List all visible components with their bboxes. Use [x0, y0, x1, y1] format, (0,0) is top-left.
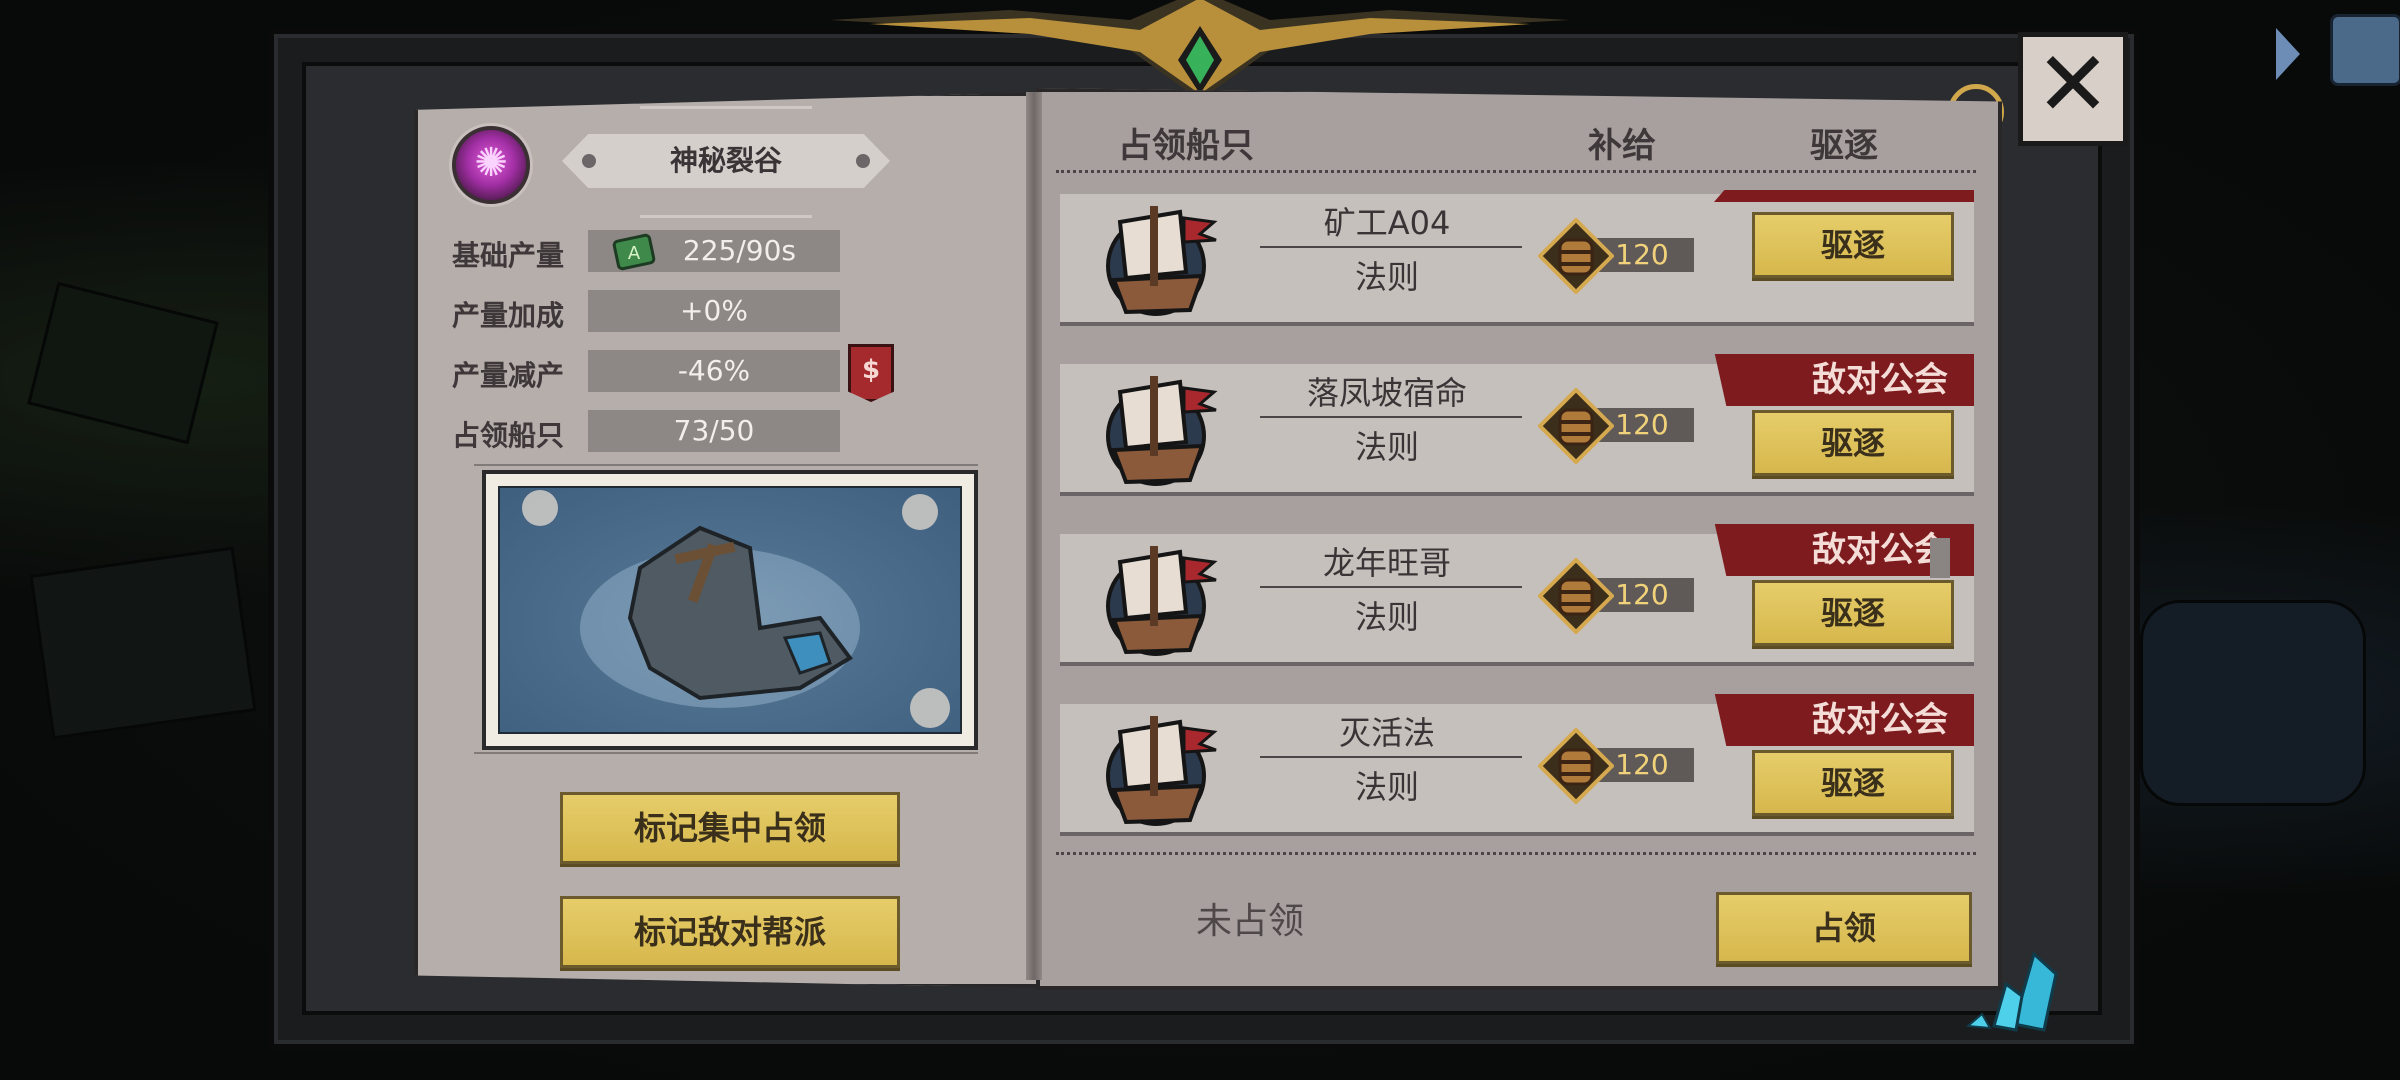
purple-crystal-gem-icon — [452, 126, 530, 204]
name-underline — [1260, 246, 1522, 248]
supply-barrel-icon — [1538, 728, 1614, 804]
territory-name: 神秘裂谷 — [669, 144, 782, 177]
supply-barrel-icon — [1538, 218, 1614, 294]
territory-map — [482, 470, 978, 750]
stat-value-reduction: -46% — [588, 350, 840, 392]
book-spine — [1026, 92, 1042, 980]
evict-button[interactable]: 驱逐 — [1752, 580, 1954, 646]
pirate-ship-icon — [1106, 376, 1218, 486]
ship-guild: 法则 — [1354, 598, 1419, 636]
hostile-guild-badge: 敌对公会 — [1714, 354, 1974, 406]
header-supply: 补给 — [1588, 126, 1656, 166]
stat-label-reduction: 产量减产 — [452, 359, 565, 392]
close-icon: ✕ — [2035, 32, 2111, 137]
ship-guild: 法则 — [1354, 428, 1419, 466]
treasure-chest-icon[interactable] — [2330, 14, 2400, 86]
name-underline — [1260, 586, 1522, 588]
occupy-button[interactable]: 占领 — [1716, 892, 1972, 964]
svg-text:A: A — [628, 243, 641, 264]
ship-guild: 法则 — [1354, 768, 1419, 806]
footer-divider — [1056, 852, 1976, 855]
evict-button[interactable]: 驱逐 — [1752, 750, 1954, 816]
pirate-ship-icon — [1106, 716, 1218, 826]
header-divider — [1056, 170, 1976, 173]
dollar-tag-icon[interactable]: $ — [848, 344, 894, 402]
unoccupied-label: 未占领 — [1196, 901, 1305, 942]
evict-button[interactable]: 驱逐 — [1752, 212, 1954, 278]
supply-barrel-icon — [1538, 558, 1614, 634]
ship-name: 矿工A04 — [1323, 204, 1451, 242]
name-underline — [1260, 416, 1522, 418]
stat-label-bonus: 产量加成 — [452, 299, 565, 332]
ship-name: 灭活法 — [1338, 714, 1435, 752]
supply-barrel-icon — [1538, 388, 1614, 464]
map-sea — [498, 486, 962, 734]
blue-crystal-icon — [1965, 951, 2058, 1032]
mark-focus-occupy-button[interactable]: 标记集中占领 — [560, 792, 900, 864]
ship-row: 矿工A04 法则 120 驱逐 — [1060, 190, 1974, 326]
resource-scroll-icon: A — [612, 233, 656, 271]
stat-label-base: 基础产量 — [452, 239, 565, 272]
divider — [474, 752, 978, 754]
name-underline — [1260, 756, 1522, 758]
close-button[interactable]: ✕ — [2018, 32, 2128, 146]
ship-name: 龙年旺哥 — [1322, 544, 1451, 582]
stat-label-ships: 占领船只 — [452, 419, 565, 452]
island-icon — [522, 490, 950, 728]
pirate-ship-icon — [1106, 206, 1218, 316]
arrow-right-icon — [2276, 28, 2300, 80]
ship-name: 落凤坡宿命 — [1306, 374, 1467, 412]
divider — [474, 464, 978, 466]
ship-row: 敌对公会 落凤坡宿命 法则 120 驱逐 — [1060, 354, 1974, 496]
ship-guild: 法则 — [1354, 258, 1419, 296]
mark-hostile-gang-button[interactable]: 标记敌对帮派 — [560, 896, 900, 968]
header-evict: 驱逐 — [1810, 126, 1878, 166]
stat-value-ships: 73/50 — [588, 410, 840, 452]
pirate-ship-icon — [1106, 546, 1218, 656]
ship-row: 敌对公会 灭活法 法则 120 驱逐 — [1060, 694, 1974, 836]
hostile-strip — [1714, 190, 1974, 202]
header-ships: 占领船只 — [1118, 126, 1254, 166]
stat-value-bonus: +0% — [588, 290, 840, 332]
ship-row: 敌对公会 龙年旺哥 法则 120 驱逐 — [1060, 524, 1974, 666]
hostile-guild-badge: 敌对公会 — [1714, 694, 1974, 746]
evict-button[interactable]: 驱逐 — [1752, 410, 1954, 476]
list-scrollbar[interactable] — [1930, 538, 1950, 578]
